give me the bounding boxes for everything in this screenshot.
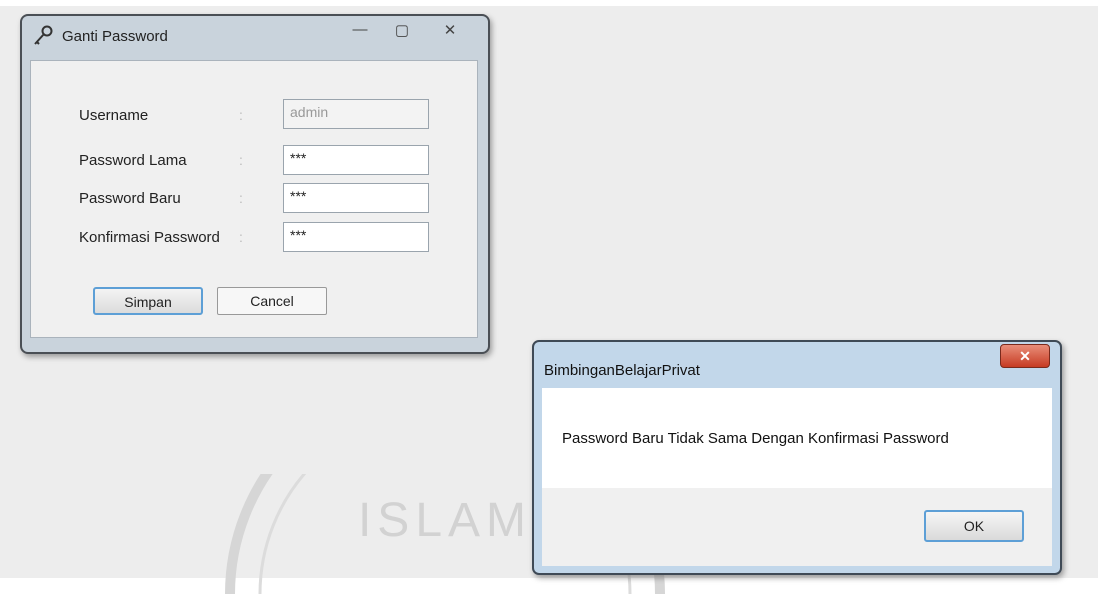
close-button[interactable]: ✕ xyxy=(436,21,464,43)
form-panel: Username : admin Password Lama : *** Pas… xyxy=(30,60,478,338)
old-password-field[interactable]: *** xyxy=(283,145,429,175)
title-bar[interactable]: Ganti Password — ▢ ✕ xyxy=(22,16,488,54)
username-field[interactable]: admin xyxy=(283,99,429,129)
confirm-password-colon: : xyxy=(239,229,243,245)
message-box: BimbinganBelajarPrivat ✕ Password Baru T… xyxy=(532,340,1062,575)
window-title: Ganti Password xyxy=(62,28,168,45)
ganti-password-window: Ganti Password — ▢ ✕ Username : admin Pa… xyxy=(20,14,490,354)
key-icon xyxy=(34,25,53,45)
new-password-colon: : xyxy=(239,190,243,206)
confirm-password-field[interactable]: *** xyxy=(283,222,429,252)
watermark-text: ISLAM xyxy=(358,494,532,547)
save-button[interactable]: Simpan xyxy=(93,287,203,315)
message-area: Password Baru Tidak Sama Dengan Konfirma… xyxy=(542,388,1052,488)
old-password-label: Password Lama xyxy=(79,152,187,169)
minimize-button[interactable]: — xyxy=(346,21,374,43)
ok-button[interactable]: OK xyxy=(924,510,1024,542)
message-box-close-button[interactable]: ✕ xyxy=(1000,344,1050,368)
old-password-colon: : xyxy=(239,152,243,168)
new-password-label: Password Baru xyxy=(79,190,181,207)
message-text: Password Baru Tidak Sama Dengan Konfirma… xyxy=(562,430,949,447)
message-box-title: BimbinganBelajarPrivat xyxy=(544,362,700,379)
cancel-button[interactable]: Cancel xyxy=(217,287,327,315)
maximize-button[interactable]: ▢ xyxy=(388,21,416,43)
top-margin xyxy=(0,0,1098,6)
confirm-password-label: Konfirmasi Password xyxy=(79,229,220,246)
new-password-field[interactable]: *** xyxy=(283,183,429,213)
message-footer: OK xyxy=(542,488,1052,566)
username-colon: : xyxy=(239,107,243,123)
username-label: Username xyxy=(79,107,149,124)
